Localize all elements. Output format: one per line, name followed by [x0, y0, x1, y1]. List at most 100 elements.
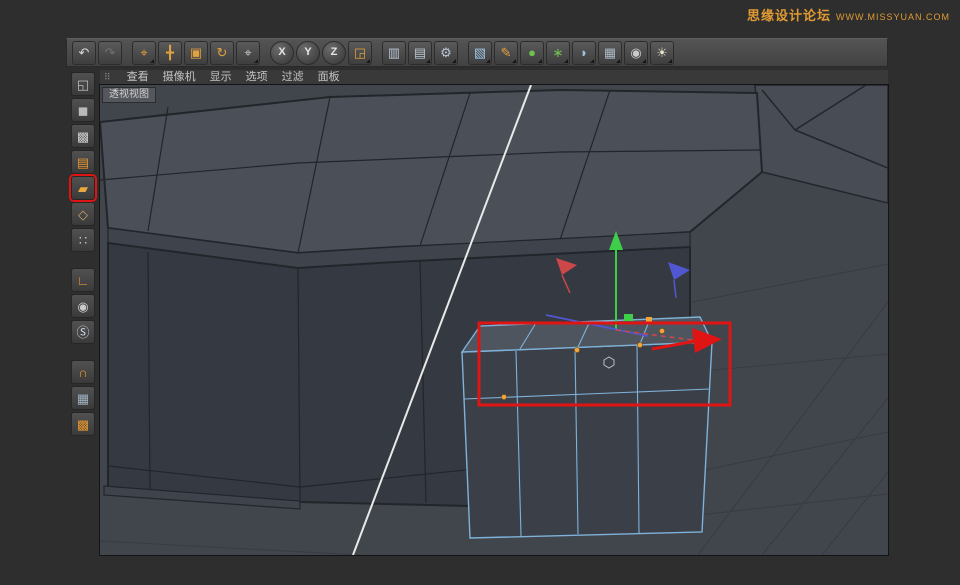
dropdown-corner-icon: [150, 59, 154, 63]
texture-mode-button[interactable]: ▩: [71, 124, 95, 148]
move-tool-button[interactable]: ╋: [158, 41, 182, 65]
render-picture-viewer-icon: ▤: [414, 46, 426, 59]
polygons-mode-icon: ▰: [78, 182, 88, 195]
menu-grip-icon: ⠿: [104, 72, 111, 83]
camera-object-icon: ◉: [630, 46, 641, 59]
viewport-scene: [100, 85, 888, 555]
snap-grid-button[interactable]: ▩: [71, 412, 95, 436]
recent-tools-icon: ⌖: [244, 46, 251, 59]
mode-sidebar: ◱ ◼ ▩ ▤ ▰ ◇ ∷ ∟ ◉ Ⓢ ∩ ▦ ▩: [66, 72, 100, 438]
menu-item-4[interactable]: 过滤: [282, 70, 304, 84]
metaball-object-button[interactable]: ◗: [572, 41, 596, 65]
add-cube-primitive-button[interactable]: ▧: [468, 41, 492, 65]
edges-mode-icon: ◇: [78, 208, 88, 221]
redo-tool-button[interactable]: ↷: [98, 41, 122, 65]
menu-item-5[interactable]: 面板: [318, 70, 340, 84]
toolbar-separator: [261, 42, 269, 64]
pen-spline-tool-icon: ✎: [501, 46, 512, 59]
live-selection-tool-icon: ⌖: [140, 46, 147, 59]
axis-mode-button[interactable]: ∟: [71, 268, 95, 292]
y-axis-lock-icon: Y: [304, 47, 311, 58]
make-editable-button[interactable]: ◱: [71, 72, 95, 96]
selected-box: [462, 317, 712, 538]
render-settings-button[interactable]: ⚙: [434, 41, 458, 65]
box-front-face: [462, 342, 712, 538]
subdivision-surface-icon: ●: [528, 46, 536, 59]
light-object-button[interactable]: ☀: [650, 41, 674, 65]
lock-workplane-button[interactable]: ▦: [71, 386, 95, 410]
viewport-menubar: ⠿ 查看摄像机显示选项过滤面板: [100, 70, 888, 85]
gizmo-green-plane-tab[interactable]: [624, 314, 633, 321]
menu-item-2[interactable]: 显示: [210, 70, 232, 84]
model-mode-icon: ◼: [78, 104, 89, 117]
array-modeling-button[interactable]: ∗: [546, 41, 570, 65]
snap-settings-button[interactable]: Ⓢ: [71, 320, 95, 344]
add-cube-primitive-icon: ▧: [474, 46, 486, 59]
toolbar-separator: [373, 42, 381, 64]
dropdown-corner-icon: [642, 59, 646, 63]
magnet-tool-button[interactable]: ∩: [71, 360, 95, 384]
dropdown-corner-icon: [426, 59, 430, 63]
undo-tool-button[interactable]: ↶: [72, 41, 96, 65]
vertex-dot: [637, 342, 642, 347]
z-axis-lock-icon: Z: [331, 47, 338, 58]
dropdown-corner-icon: [616, 59, 620, 63]
lock-workplane-icon: ▦: [77, 392, 89, 405]
move-tool-icon: ╋: [166, 46, 174, 59]
perspective-viewport[interactable]: 透视视图: [100, 85, 888, 555]
coordinate-system-button[interactable]: ◲: [348, 41, 372, 65]
points-mode-icon: ∷: [79, 234, 87, 247]
texture-mode-icon: ▩: [77, 130, 89, 143]
make-editable-icon: ◱: [77, 78, 89, 91]
dropdown-corner-icon: [366, 59, 370, 63]
viewport-solo-button[interactable]: ◉: [71, 294, 95, 318]
pen-spline-tool-button[interactable]: ✎: [494, 41, 518, 65]
site-name-text: 思缘设计论坛: [747, 8, 831, 23]
subdivision-surface-button[interactable]: ●: [520, 41, 544, 65]
viewport-tab[interactable]: 透视视图: [102, 87, 156, 103]
site-banner: 思缘设计论坛 WWW.MISSYUAN.COM: [747, 5, 950, 25]
vertex-dot: [501, 394, 506, 399]
undo-tool-icon: ↶: [79, 46, 90, 59]
metaball-object-icon: ◗: [580, 46, 588, 59]
rotate-tool-icon: ↻: [217, 46, 228, 59]
render-picture-viewer-button[interactable]: ▤: [408, 41, 432, 65]
dropdown-corner-icon: [564, 59, 568, 63]
dropdown-corner-icon: [590, 59, 594, 63]
recent-tools-button[interactable]: ⌖: [236, 41, 260, 65]
camera-object-button[interactable]: ◉: [624, 41, 648, 65]
menu-item-3[interactable]: 选项: [246, 70, 268, 84]
floor-environment-icon: ▦: [604, 46, 616, 59]
z-axis-lock-button[interactable]: Z: [322, 41, 346, 65]
vertex-dot: [659, 328, 664, 333]
toolbar-icons: ↶ ↷ ⌖ ╋ ▣ ↻ ⌖ XY Z ◲ ▥ ▤ ⚙ ▧ ✎ ● ∗ ◗ ▦ ◉ ☀: [71, 41, 675, 65]
site-url-text: WWW.MISSYUAN.COM: [836, 12, 950, 22]
points-mode-button[interactable]: ∷: [71, 228, 95, 252]
viewport-solo-icon: ◉: [77, 300, 88, 313]
coordinate-system-icon: ◲: [354, 46, 366, 59]
dropdown-corner-icon: [538, 59, 542, 63]
toolbar-separator: [459, 42, 467, 64]
menu-item-0[interactable]: 查看: [127, 70, 149, 84]
edges-mode-button[interactable]: ◇: [71, 202, 95, 226]
rotate-tool-button[interactable]: ↻: [210, 41, 234, 65]
dropdown-corner-icon: [254, 59, 258, 63]
x-axis-lock-button[interactable]: X: [270, 41, 294, 65]
menu-item-1[interactable]: 摄像机: [163, 70, 196, 84]
dropdown-corner-icon: [668, 59, 672, 63]
y-axis-lock-button[interactable]: Y: [296, 41, 320, 65]
floor-environment-button[interactable]: ▦: [598, 41, 622, 65]
gizmo-orange-plane-tab[interactable]: [646, 317, 652, 322]
toolbar-separator: [123, 42, 131, 64]
polygons-mode-button[interactable]: ▰: [71, 176, 95, 200]
model-mode-button[interactable]: ◼: [71, 98, 95, 122]
scale-tool-button[interactable]: ▣: [184, 41, 208, 65]
live-selection-tool-button[interactable]: ⌖: [132, 41, 156, 65]
light-object-icon: ☀: [656, 46, 668, 59]
render-settings-icon: ⚙: [440, 46, 452, 59]
snap-settings-icon: Ⓢ: [76, 326, 89, 339]
render-view-button[interactable]: ▥: [382, 41, 406, 65]
snap-grid-icon: ▩: [77, 418, 89, 431]
magnet-tool-icon: ∩: [78, 366, 87, 379]
workplane-mode-button[interactable]: ▤: [71, 150, 95, 174]
